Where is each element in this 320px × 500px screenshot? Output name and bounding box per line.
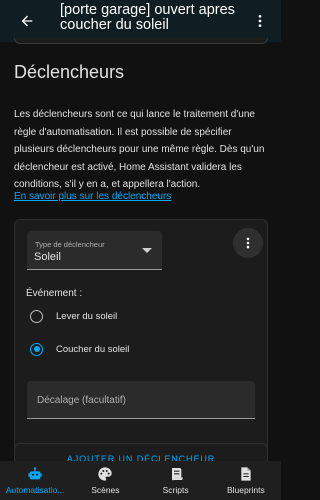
dots-vertical-icon (246, 237, 250, 249)
trigger-type-label: Type de déclencheur (35, 240, 105, 249)
overflow-menu-button[interactable] (250, 8, 270, 34)
learn-more-link[interactable]: En savoir plus sur les déclencheurs (14, 191, 171, 202)
dropdown-arrow-icon (142, 248, 152, 253)
trigger-menu-button[interactable] (233, 228, 263, 258)
radio-label: Lever du soleil (56, 310, 118, 322)
arrow-left-icon (21, 15, 33, 27)
offset-placeholder: Décalage (facultatif) (37, 395, 126, 406)
bottom-navigation: Automatisatio... Scènes Scripts Blueprin… (0, 461, 281, 500)
nav-item-blueprints[interactable]: Blueprints (211, 461, 281, 500)
event-label: Événement : (26, 288, 83, 299)
section-description: Les déclencheurs sont ce qui lance le tr… (14, 109, 265, 190)
robot-icon (28, 467, 42, 480)
nav-item-automations[interactable]: Automatisatio... (0, 461, 70, 500)
radio-option-sunrise[interactable]: Lever du soleil (30, 305, 230, 327)
trigger-type-select[interactable]: Type de déclencheur Soleil (27, 231, 162, 270)
offset-input[interactable]: Décalage (facultatif) (27, 381, 255, 419)
trigger-type-value: Soleil (34, 251, 61, 263)
radio-option-sunset[interactable]: Coucher du soleil (30, 338, 230, 360)
page-title: [porte garage] ouvert apres coucher du s… (60, 2, 235, 33)
app-bar: [porte garage] ouvert apres coucher du s… (0, 0, 281, 42)
palette-icon (98, 467, 113, 481)
radio-label: Coucher du soleil (56, 343, 130, 355)
radio-button-checked[interactable] (30, 342, 43, 356)
blueprint-icon (241, 467, 251, 481)
dots-vertical-icon (258, 15, 262, 27)
radio-button[interactable] (30, 309, 43, 323)
script-icon (171, 468, 183, 481)
section-title: Déclencheurs (14, 62, 125, 82)
nav-label: Scènes (91, 485, 120, 495)
nav-item-scenes[interactable]: Scènes (70, 461, 140, 500)
back-button[interactable] (14, 8, 40, 34)
nav-label: Blueprints (226, 485, 265, 495)
previous-card-edge (14, 38, 268, 44)
nav-label: Scripts (162, 485, 189, 495)
nav-label: Automatisatio... (5, 485, 65, 495)
nav-item-scripts[interactable]: Scripts (141, 461, 211, 500)
